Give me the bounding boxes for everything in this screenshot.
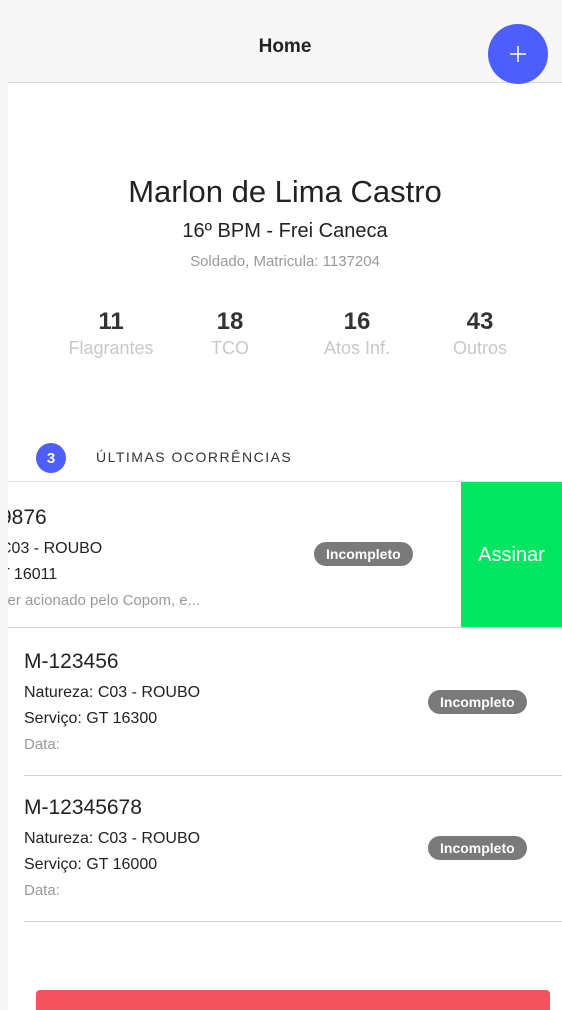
list-item-content: 9876 C03 - ROUBO T 16011 ser acionado pe…	[8, 482, 464, 627]
occurrence-description: ser acionado pelo Copom, e...	[8, 592, 201, 609]
occurrence-date: Data:	[24, 736, 60, 753]
list-item[interactable]: M-123456 Natureza: C03 - ROUBO Serviço: …	[8, 628, 562, 776]
status-badge-wrap: Incompleto	[428, 836, 527, 860]
occurrence-service: T 16011	[8, 566, 58, 583]
list-item-swiped[interactable]: 9876 C03 - ROUBO T 16011 ser acionado pe…	[8, 481, 562, 628]
status-badge: Incompleto	[428, 836, 527, 860]
navbar: Home	[8, 8, 562, 84]
count-badge: 3	[36, 443, 66, 473]
status-badge-wrap: Incompleto	[428, 690, 527, 714]
profile-rank: Soldado, Matricula: 1137204	[190, 253, 380, 270]
occurrence-id: M-123456	[24, 650, 119, 673]
sign-button[interactable]: Assinar	[461, 482, 562, 627]
stat-value: 16	[343, 308, 371, 335]
left-strip	[0, 0, 8, 1010]
list-item[interactable]: M-12345678 Natureza: C03 - ROUBO Serviço…	[8, 774, 562, 922]
stat-label: Flagrantes	[68, 338, 154, 358]
stat-flagrantes: 11 Flagrantes	[51, 308, 171, 359]
app-frame: Home Marlon de Lima Castro 16º BPM - Fre…	[8, 8, 562, 1010]
stat-label: Atos Inf.	[323, 338, 391, 358]
occurrence-service: Serviço: GT 16000	[24, 856, 158, 873]
add-button[interactable]	[488, 24, 548, 84]
list-item-inner: M-12345678 Natureza: C03 - ROUBO Serviço…	[24, 774, 562, 922]
occurrence-nature: C03 - ROUBO	[8, 540, 103, 557]
occurrence-service: Serviço: GT 16300	[24, 710, 158, 727]
status-badge: Incompleto	[428, 690, 527, 714]
list-item-inner: M-123456 Natureza: C03 - ROUBO Serviço: …	[24, 628, 562, 776]
stat-label: TCO	[211, 338, 249, 358]
stat-atos-inf: 16 Atos Inf.	[297, 308, 417, 359]
section-title: ÚLTIMAS OCORRÊNCIAS	[96, 449, 293, 465]
occurrence-date: Data:	[24, 882, 60, 899]
stat-value: 11	[98, 308, 124, 335]
profile-unit: 16º BPM - Frei Caneca	[182, 220, 388, 242]
occurrence-nature: Natureza: C03 - ROUBO	[24, 684, 201, 701]
occurrence-id: 9876	[8, 506, 47, 529]
stat-outros: 43 Outros	[420, 308, 540, 359]
plus-icon	[510, 46, 526, 62]
bottom-action-button[interactable]	[36, 990, 550, 1010]
stat-value: 43	[466, 308, 494, 335]
profile-name: Marlon de Lima Castro	[128, 174, 442, 209]
stat-tco: 18 TCO	[170, 308, 290, 359]
stat-label: Outros	[452, 338, 508, 358]
top-strip	[0, 0, 562, 8]
stat-value: 18	[216, 308, 244, 335]
occurrence-id: M-12345678	[24, 796, 142, 819]
page-title: Home	[258, 36, 312, 57]
status-badge-wrap: Incompleto	[314, 542, 413, 566]
occurrence-nature: Natureza: C03 - ROUBO	[24, 830, 201, 847]
status-badge: Incompleto	[314, 542, 413, 566]
